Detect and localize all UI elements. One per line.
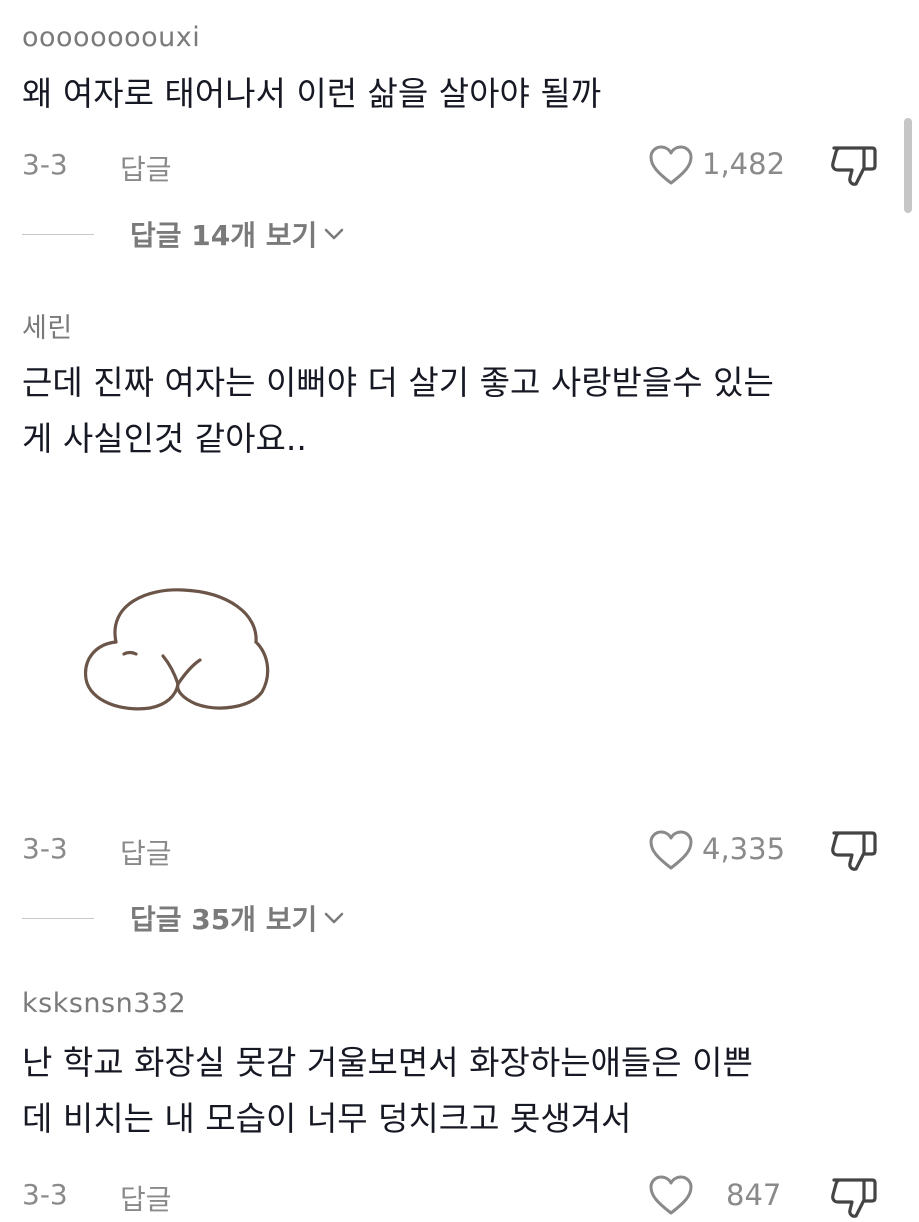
- scrollbar[interactable]: [904, 118, 912, 213]
- comment-date: 3-3: [22, 148, 68, 181]
- like-count: 1,482: [702, 147, 786, 181]
- comment-text-line: 난 학교 화장실 못감 거울보면서 화장하는애들은 이쁜: [22, 1043, 753, 1082]
- comment-username[interactable]: oooooooouxi: [22, 22, 200, 53]
- view-replies-button[interactable]: 답글 35개 보기: [22, 898, 345, 938]
- divider-line: [22, 233, 94, 235]
- chevron-down-icon: [325, 912, 344, 924]
- comment-text: 근데 진짜 여자는 이뻐야 더 살기 좋고 사랑받을수 있는 게 사실인것 같아…: [22, 355, 892, 467]
- divider-line: [22, 917, 94, 919]
- view-replies-label: 답글 14개 보기: [130, 219, 318, 252]
- reply-button[interactable]: 답글: [120, 832, 172, 872]
- thumbs-down-outline-icon[interactable]: [828, 140, 878, 190]
- comment-text-line: 왜 여자로 태어나서 이런 삶을 살아야 될까: [22, 74, 602, 113]
- heart-outline-icon[interactable]: [648, 829, 694, 871]
- comment-text: 왜 여자로 태어나서 이런 삶을 살아야 될까: [22, 66, 892, 122]
- heart-outline-icon[interactable]: [648, 144, 694, 186]
- comment-text-line: 게 사실인것 같아요..: [22, 419, 307, 458]
- like-count: 847: [726, 1178, 782, 1212]
- comment-date: 3-3: [22, 832, 68, 865]
- comment-text-line: 근데 진짜 여자는 이뻐야 더 살기 좋고 사랑받을수 있는: [22, 363, 774, 402]
- heart-outline-icon[interactable]: [648, 1174, 694, 1216]
- comment-text: 난 학교 화장실 못감 거울보면서 화장하는애들은 이쁜 데 비치는 내 모습이…: [22, 1035, 892, 1147]
- thumbs-down-outline-icon[interactable]: [828, 1172, 878, 1222]
- comment-date: 3-3: [22, 1178, 68, 1211]
- comment-text-line: 데 비치는 내 모습이 너무 덩치크고 못생겨서: [22, 1099, 632, 1138]
- thumbs-down-outline-icon[interactable]: [828, 825, 878, 875]
- like-count: 4,335: [702, 832, 786, 866]
- view-replies-label: 답글 35개 보기: [130, 903, 318, 936]
- view-replies-button[interactable]: 답글 14개 보기: [22, 214, 345, 254]
- cartoon-butt-sticker: [84, 588, 270, 711]
- chevron-down-icon: [325, 228, 344, 240]
- reply-button[interactable]: 답글: [120, 1178, 172, 1218]
- comment-username[interactable]: 세린: [22, 306, 73, 345]
- reply-button[interactable]: 답글: [120, 148, 172, 188]
- comment-username[interactable]: ksksnsn332: [22, 988, 186, 1019]
